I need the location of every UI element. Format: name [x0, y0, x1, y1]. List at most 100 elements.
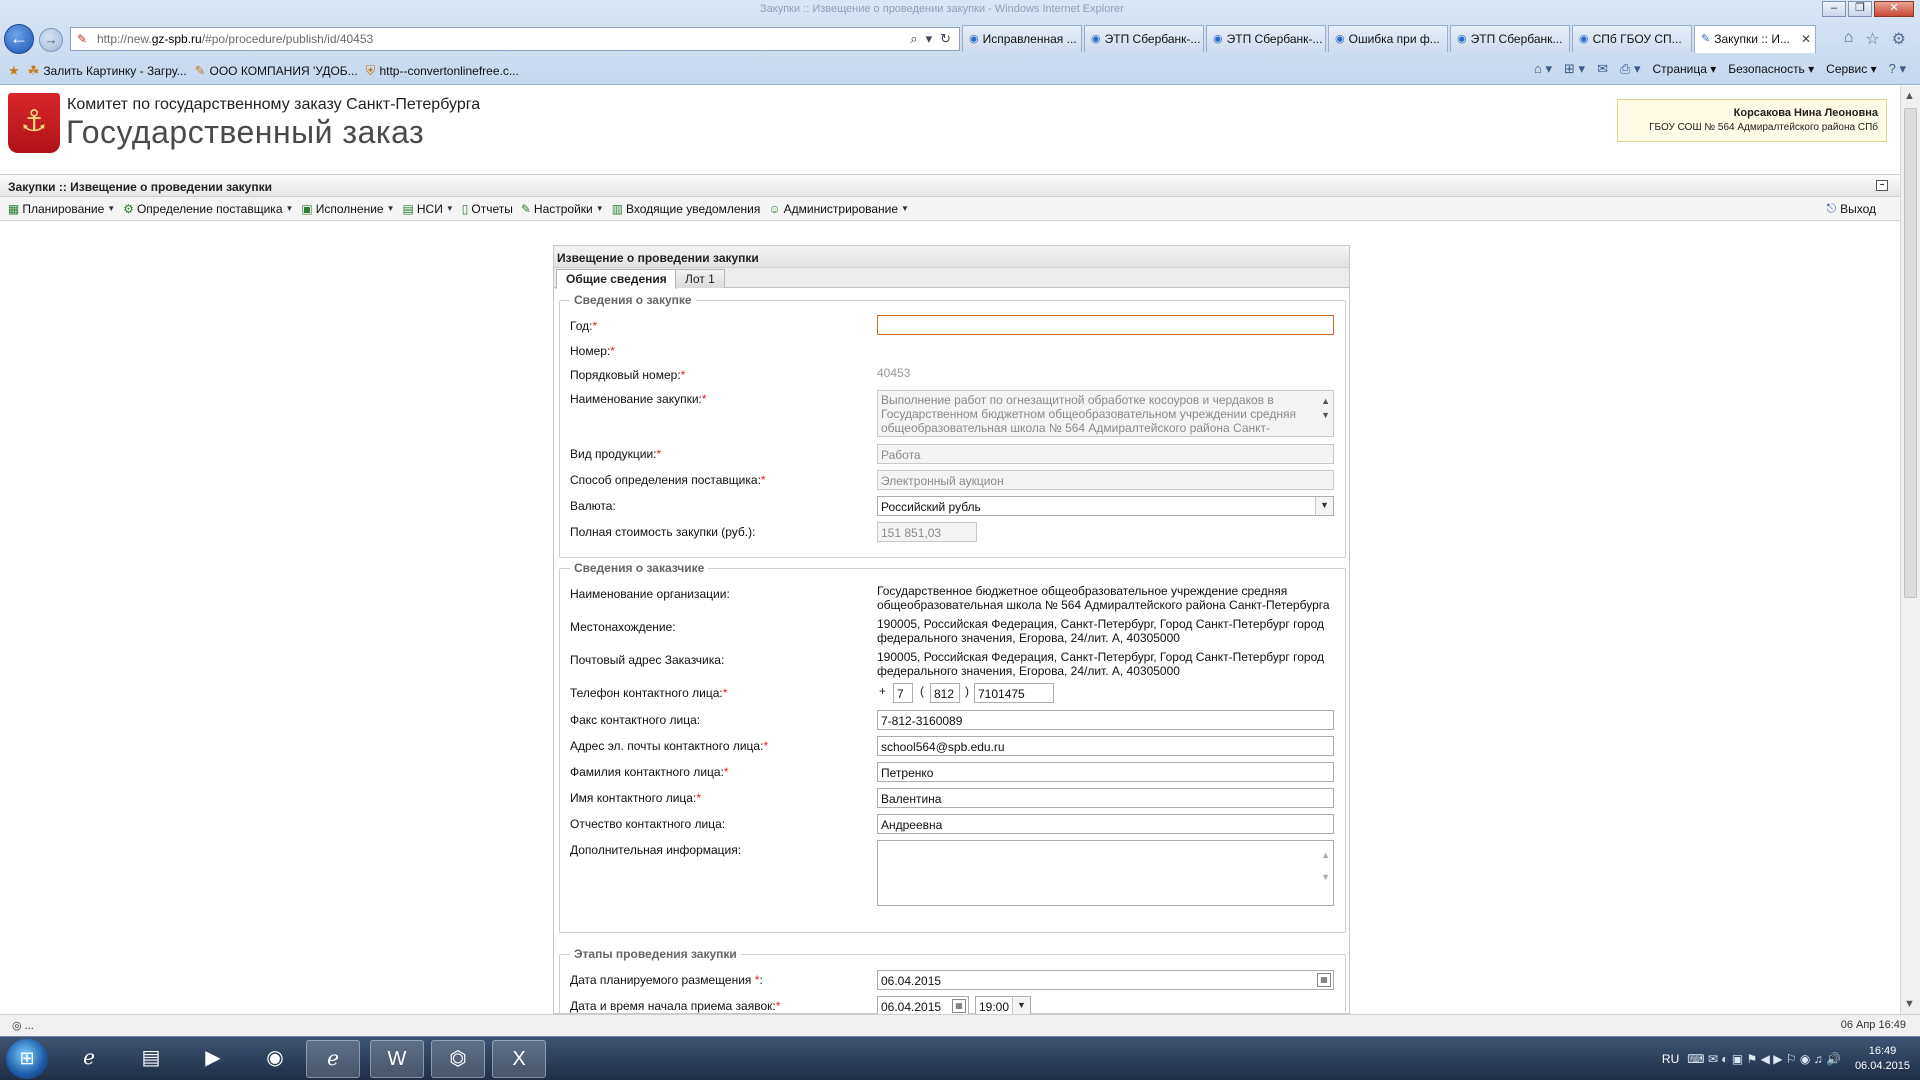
safety-menu[interactable]: Безопасность ▾: [1728, 62, 1814, 76]
phone-paren-close: ): [965, 684, 969, 698]
extra-textarea[interactable]: ▲ ▼: [877, 840, 1334, 906]
help-icon[interactable]: ? ▾: [1889, 61, 1906, 77]
favorites-add-icon[interactable]: ★: [8, 63, 20, 79]
page-scrollbar[interactable]: ▲ ▼: [1900, 86, 1920, 1014]
tab-general[interactable]: Общие сведения: [556, 269, 677, 289]
clock[interactable]: 16:49 06.04.2015: [1855, 1044, 1910, 1074]
minimize-button[interactable]: ‒: [1822, 1, 1846, 17]
close-tab-icon[interactable]: ✕: [1801, 32, 1811, 53]
browser-tab[interactable]: ◉ СПб ГБОУ СП...: [1572, 25, 1692, 52]
start-time-select[interactable]: 19:00 ▼: [975, 996, 1031, 1014]
media-player-taskbar-icon[interactable]: ▶: [186, 1040, 240, 1078]
method-input: Электронный аукцион: [877, 470, 1334, 490]
ie-taskbar-icon[interactable]: ℯ: [62, 1040, 116, 1078]
boxes-icon: ▣: [301, 201, 313, 216]
page-icon: ✎: [77, 32, 88, 46]
chevron-down-icon[interactable]: ▼: [1012, 997, 1030, 1014]
address-path: /#po/procedure/publish/id/40453: [201, 32, 374, 46]
currency-select[interactable]: Российский рубль ▼: [877, 496, 1334, 516]
name-value: Выполнение работ по огнезащитной обработ…: [881, 393, 1296, 435]
tab-page-icon: ◉: [969, 33, 979, 45]
mail-icon[interactable]: ✉: [1597, 61, 1608, 77]
browser-tab[interactable]: ◉ Ошибка при ф...: [1328, 25, 1448, 52]
tools-menu[interactable]: Сервис ▾: [1826, 62, 1876, 76]
lastname-input[interactable]: Петренко: [877, 762, 1334, 782]
tab-label: Закупки :: И...: [1714, 32, 1790, 46]
patronymic-label: Отчество контактного лица:: [570, 817, 726, 831]
favorite-link[interactable]: ⛨ http--convertonlinefree.c...: [366, 63, 519, 79]
print-icon[interactable]: ⎙ ▾: [1620, 61, 1641, 77]
tab-label: ЭТП Сбербанк-...: [1104, 32, 1201, 46]
address-bar[interactable]: ✎ http://new. gz-spb.ru/#po/procedure/pub…: [70, 27, 960, 51]
menu-nsi[interactable]: ▤ НСИ ▼: [403, 202, 454, 216]
start-date-input[interactable]: 06.04.2015 ▦: [877, 996, 969, 1014]
menu-planning[interactable]: ▦ Планирование ▼: [8, 202, 115, 216]
plan-date-label: Дата планируемого размещения *:: [570, 973, 763, 987]
scroll-thumb[interactable]: [1904, 108, 1917, 598]
language-indicator[interactable]: RU: [1662, 1052, 1679, 1066]
chrome-taskbar-icon[interactable]: ◉: [248, 1040, 302, 1078]
menu-admin[interactable]: ☺ Администрирование ▼: [768, 202, 909, 216]
phone-code-input[interactable]: 812: [930, 683, 960, 703]
browser-tab[interactable]: ◉ ЭТП Сбербанк-...: [1206, 25, 1326, 52]
menu-reports[interactable]: ▯ Отчеты: [462, 202, 513, 216]
textarea-scroll[interactable]: ▲ ▼: [1321, 394, 1330, 422]
favorites-star-icon[interactable]: ☆: [1865, 29, 1879, 49]
scroll-up-icon[interactable]: ▲: [1904, 90, 1915, 102]
email-input[interactable]: school564@spb.edu.ru: [877, 736, 1334, 756]
patronymic-input[interactable]: Андреевна: [877, 814, 1334, 834]
spb-emblem-icon: ⚓: [8, 93, 60, 153]
user-info[interactable]: Корсакова Нина Леоновна ГБОУ СОШ № 564 А…: [1617, 99, 1887, 142]
ie-active-taskbar-icon[interactable]: ℯ: [306, 1040, 360, 1078]
exit-button[interactable]: ⎋ Выход: [1827, 201, 1876, 216]
gear-icon[interactable]: ⚙: [1892, 29, 1906, 49]
browser-tab[interactable]: ◉ Исправленная ...: [962, 25, 1082, 52]
phone-number-input[interactable]: 7101475: [974, 683, 1054, 703]
textarea-scroll[interactable]: ▲ ▼: [1321, 844, 1330, 888]
name-label: Наименование закупки:*: [570, 392, 707, 406]
start-button[interactable]: ⊞: [6, 1039, 48, 1079]
menu-settings[interactable]: ✎ Настройки ▼: [521, 202, 604, 216]
search-icon[interactable]: ⌕: [910, 31, 917, 47]
calendar-icon[interactable]: ▦: [1317, 973, 1331, 987]
explorer-taskbar-icon[interactable]: ▤: [124, 1040, 178, 1078]
forward-button[interactable]: →: [39, 28, 63, 52]
collapse-icon[interactable]: −: [1876, 180, 1888, 191]
firstname-input[interactable]: Валентина: [877, 788, 1334, 808]
page-menu[interactable]: Страница ▾: [1653, 62, 1717, 76]
procurement-notice-panel: Извещение о проведении закупки Общие све…: [553, 245, 1350, 1014]
browser-tab[interactable]: ◉ ЭТП Сбербанк-...: [1084, 25, 1204, 52]
browser-tab-active[interactable]: ✎ Закупки :: И... ✕: [1694, 25, 1816, 53]
fax-input[interactable]: 7-812-3160089: [877, 710, 1334, 730]
year-input[interactable]: [877, 315, 1334, 335]
menu-supplier[interactable]: ⚙ Определение поставщика ▼: [123, 202, 293, 216]
close-window-button[interactable]: ✕: [1874, 1, 1914, 17]
favorite-link[interactable]: ✎ ООО КОМПАНИЯ 'УДОБ...: [195, 63, 358, 79]
phone-country-input[interactable]: 7: [893, 683, 913, 703]
calendar-icon[interactable]: ▦: [952, 999, 966, 1013]
feeds-icon[interactable]: ⊞ ▾: [1564, 61, 1585, 77]
back-button[interactable]: ←: [4, 24, 34, 54]
command-bar: ⌂ ▾ ⊞ ▾ ✉ ⎙ ▾ Страница ▾ Безопасность ▾ …: [1534, 61, 1906, 77]
browser-tab[interactable]: ◉ ЭТП Сбербанк...: [1450, 25, 1570, 52]
home-dropdown-icon[interactable]: ⌂ ▾: [1534, 61, 1552, 77]
word-taskbar-icon[interactable]: W: [370, 1040, 424, 1078]
scroll-down-icon[interactable]: ▼: [1904, 998, 1915, 1010]
favorite-link[interactable]: ☘ Залить Картинку - Загру...: [28, 63, 187, 79]
address-host: gz-spb.ru: [151, 32, 202, 46]
favorite-icon: ✎: [194, 63, 206, 78]
plan-date-input[interactable]: 06.04.2015 ▦: [877, 970, 1334, 990]
chevron-down-icon[interactable]: ▾: [926, 31, 933, 47]
acrobat-taskbar-icon[interactable]: ⏣: [431, 1040, 485, 1078]
chevron-down-icon[interactable]: ▼: [1315, 497, 1333, 515]
status-text: ◎ ...: [12, 1020, 34, 1032]
name-textarea[interactable]: Выполнение работ по огнезащитной обработ…: [877, 390, 1334, 437]
tab-lot-1[interactable]: Лот 1: [675, 269, 725, 288]
excel-taskbar-icon[interactable]: X: [492, 1040, 546, 1078]
tray-icons[interactable]: ⌨ ✉ ◐ ▣ ⚑ ◀ ▶ ⚐ ◉ ♫ 🔊: [1687, 1052, 1841, 1066]
refresh-icon[interactable]: ↻: [940, 31, 951, 47]
menu-notifications[interactable]: ▥ Входящие уведомления: [612, 202, 761, 216]
menu-execution[interactable]: ▣ Исполнение ▼: [301, 202, 394, 216]
maximize-button[interactable]: ❐: [1848, 1, 1872, 17]
home-icon[interactable]: ⌂: [1844, 29, 1854, 49]
